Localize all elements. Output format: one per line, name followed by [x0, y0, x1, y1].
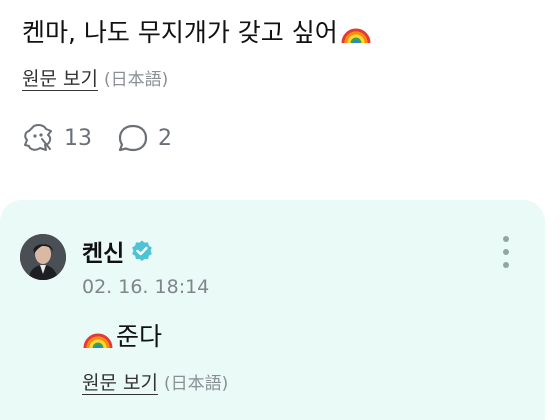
rainbow-emoji-icon: [341, 28, 371, 44]
more-vertical-icon-dot: [503, 262, 509, 268]
comment-button[interactable]: 2: [116, 122, 172, 154]
reply-card: 켄신 02. 16. 18:14 준다 원문 보기 (日本語): [0, 200, 545, 420]
post-translate-row: 원문 보기 (日本語): [22, 64, 168, 95]
more-vertical-icon-dot: [503, 236, 509, 242]
reply-timestamp: 02. 16. 18:14: [82, 276, 210, 298]
post-text: 켄마, 나도 무지개가 갖고 싶어: [22, 14, 372, 52]
reply-message: 준다: [116, 322, 163, 351]
post-action-bar: 13 2: [22, 122, 196, 154]
profile-photo-icon: [20, 234, 66, 280]
sticker-reaction-icon: [24, 124, 52, 151]
comment-count: 2: [158, 125, 172, 151]
more-options-button[interactable]: [496, 234, 516, 270]
verified-badge-icon: [132, 240, 153, 261]
reply-original-language-label: (日本語): [163, 374, 229, 394]
rainbow-emoji-icon: [83, 333, 113, 349]
reply-author-name[interactable]: 켄신: [82, 234, 124, 268]
reply-author-row: 켄신: [82, 234, 154, 268]
fan-post-thread: 켄마, 나도 무지개가 갖고 싶어 원문 보기 (日本語) 13 2 켄신 02…: [0, 0, 560, 420]
avatar[interactable]: [20, 234, 66, 280]
comment-bubble-icon: [118, 124, 148, 152]
view-original-link[interactable]: 원문 보기: [22, 68, 98, 90]
reply-translate-row: 원문 보기 (日本語): [82, 368, 228, 399]
reply-view-original-link[interactable]: 원문 보기: [82, 372, 158, 394]
like-count: 13: [64, 125, 92, 151]
original-language-label: (日本語): [103, 70, 169, 90]
like-button[interactable]: 13: [22, 122, 92, 154]
reply-text: 준다: [82, 318, 162, 356]
post-message: 켄마, 나도 무지개가 갖고 싶어: [22, 18, 338, 47]
more-vertical-icon-dot: [503, 249, 509, 255]
